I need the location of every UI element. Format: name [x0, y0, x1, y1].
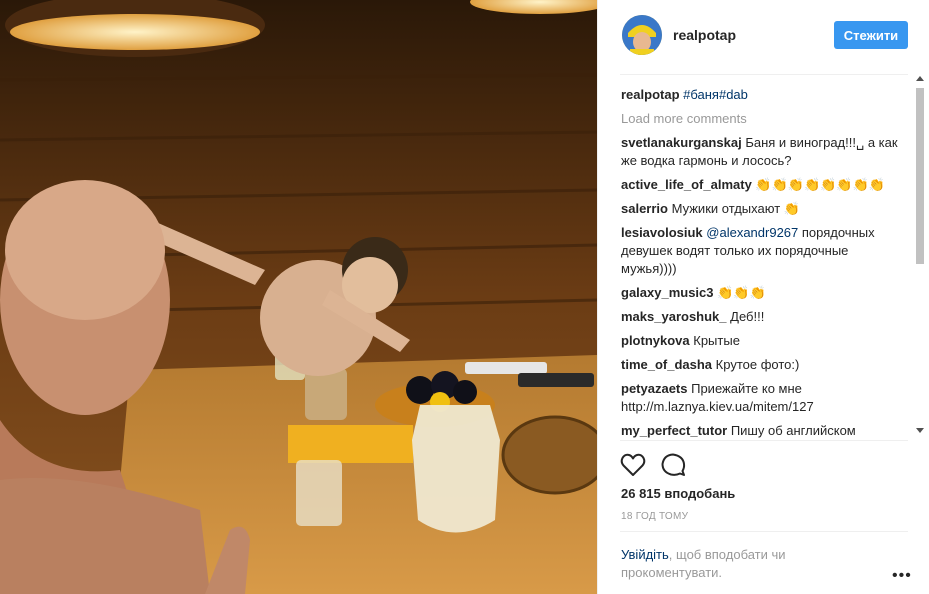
list-item: petyazaets Приежайте ко мне http://m.laz… [621, 380, 903, 416]
list-item: svetlanakurganskaj Баня и виноград!!!␣ а… [621, 134, 903, 170]
list-item: my_perfect_tutor Пишу об английском [621, 422, 903, 440]
comment-username[interactable]: salerrio [621, 201, 668, 216]
follow-button[interactable]: Стежити [834, 21, 908, 49]
post-sidebar: realpotap Стежити realpotap #баня#dab Lo… [597, 0, 929, 594]
comment-username[interactable]: maks_yaroshuk_ [621, 309, 727, 324]
list-item: active_life_of_almaty 👏👏👏👏👏👏👏👏 [621, 176, 903, 194]
list-item: salerrio Мужики отдыхают 👏 [621, 200, 903, 218]
comment-username[interactable]: lesiavolosiuk [621, 225, 703, 240]
scroll-thumb[interactable] [916, 88, 924, 264]
actions-divider [620, 440, 908, 441]
comments-list[interactable]: realpotap #баня#dab Load more comments s… [621, 86, 903, 440]
comment-username[interactable]: petyazaets [621, 381, 687, 396]
comment-mention[interactable]: @alexandr9267 [706, 225, 798, 240]
caption-username[interactable]: realpotap [621, 87, 680, 102]
comment-username[interactable]: galaxy_music3 [621, 285, 714, 300]
likes-count[interactable]: 26 815 вподобань [621, 486, 735, 501]
more-options-icon[interactable]: ••• [892, 567, 912, 585]
post-photo[interactable] [0, 0, 597, 594]
list-item: maks_yaroshuk_ Деб!!! [621, 308, 903, 326]
list-item: plotnykova Крытые [621, 332, 903, 350]
post-timestamp[interactable]: 18 ГОД ТОМУ [621, 511, 688, 522]
post-header: realpotap Стежити [598, 0, 929, 74]
comment-text: 👏👏👏 [717, 285, 766, 300]
comment-text: Крытые [693, 333, 740, 348]
header-divider [620, 74, 908, 75]
load-more-comments-link[interactable]: Load more comments [621, 110, 903, 128]
comment-username[interactable]: my_perfect_tutor [621, 423, 727, 438]
post-actions [620, 450, 910, 480]
list-item: lesiavolosiuk @alexandr9267 порядочных д… [621, 224, 903, 278]
comment-username[interactable]: active_life_of_almaty [621, 177, 752, 192]
caption: realpotap #баня#dab [621, 86, 903, 104]
comment-username[interactable]: time_of_dasha [621, 357, 712, 372]
scroll-up-arrow-icon[interactable] [916, 76, 924, 81]
comment-text: 👏👏👏👏👏👏👏👏 [755, 177, 885, 192]
comment-text: Мужики отдыхают 👏 [671, 201, 800, 216]
list-item: time_of_dasha Крутое фото:) [621, 356, 903, 374]
avatar[interactable] [622, 15, 662, 55]
login-prompt: Увійдіть, щоб вподобати чи прокоментуват… [621, 546, 821, 582]
comment-text: Крутое фото:) [715, 357, 800, 372]
comments-scrollbar[interactable] [914, 76, 926, 440]
caption-hashtags[interactable]: #баня#dab [683, 87, 748, 102]
comment-username[interactable]: plotnykova [621, 333, 690, 348]
comment-icon[interactable] [660, 452, 686, 478]
comment-text: Деб!!! [730, 309, 765, 324]
comment-username[interactable]: svetlanakurganskaj [621, 135, 742, 150]
login-divider [620, 531, 908, 532]
post-author-username[interactable]: realpotap [673, 27, 736, 43]
login-link[interactable]: Увійдіть [621, 547, 669, 562]
list-item: galaxy_music3 👏👏👏 [621, 284, 903, 302]
heart-icon[interactable] [620, 452, 646, 478]
comment-text: Пишу об английском [730, 423, 856, 438]
scroll-down-arrow-icon[interactable] [916, 428, 924, 433]
